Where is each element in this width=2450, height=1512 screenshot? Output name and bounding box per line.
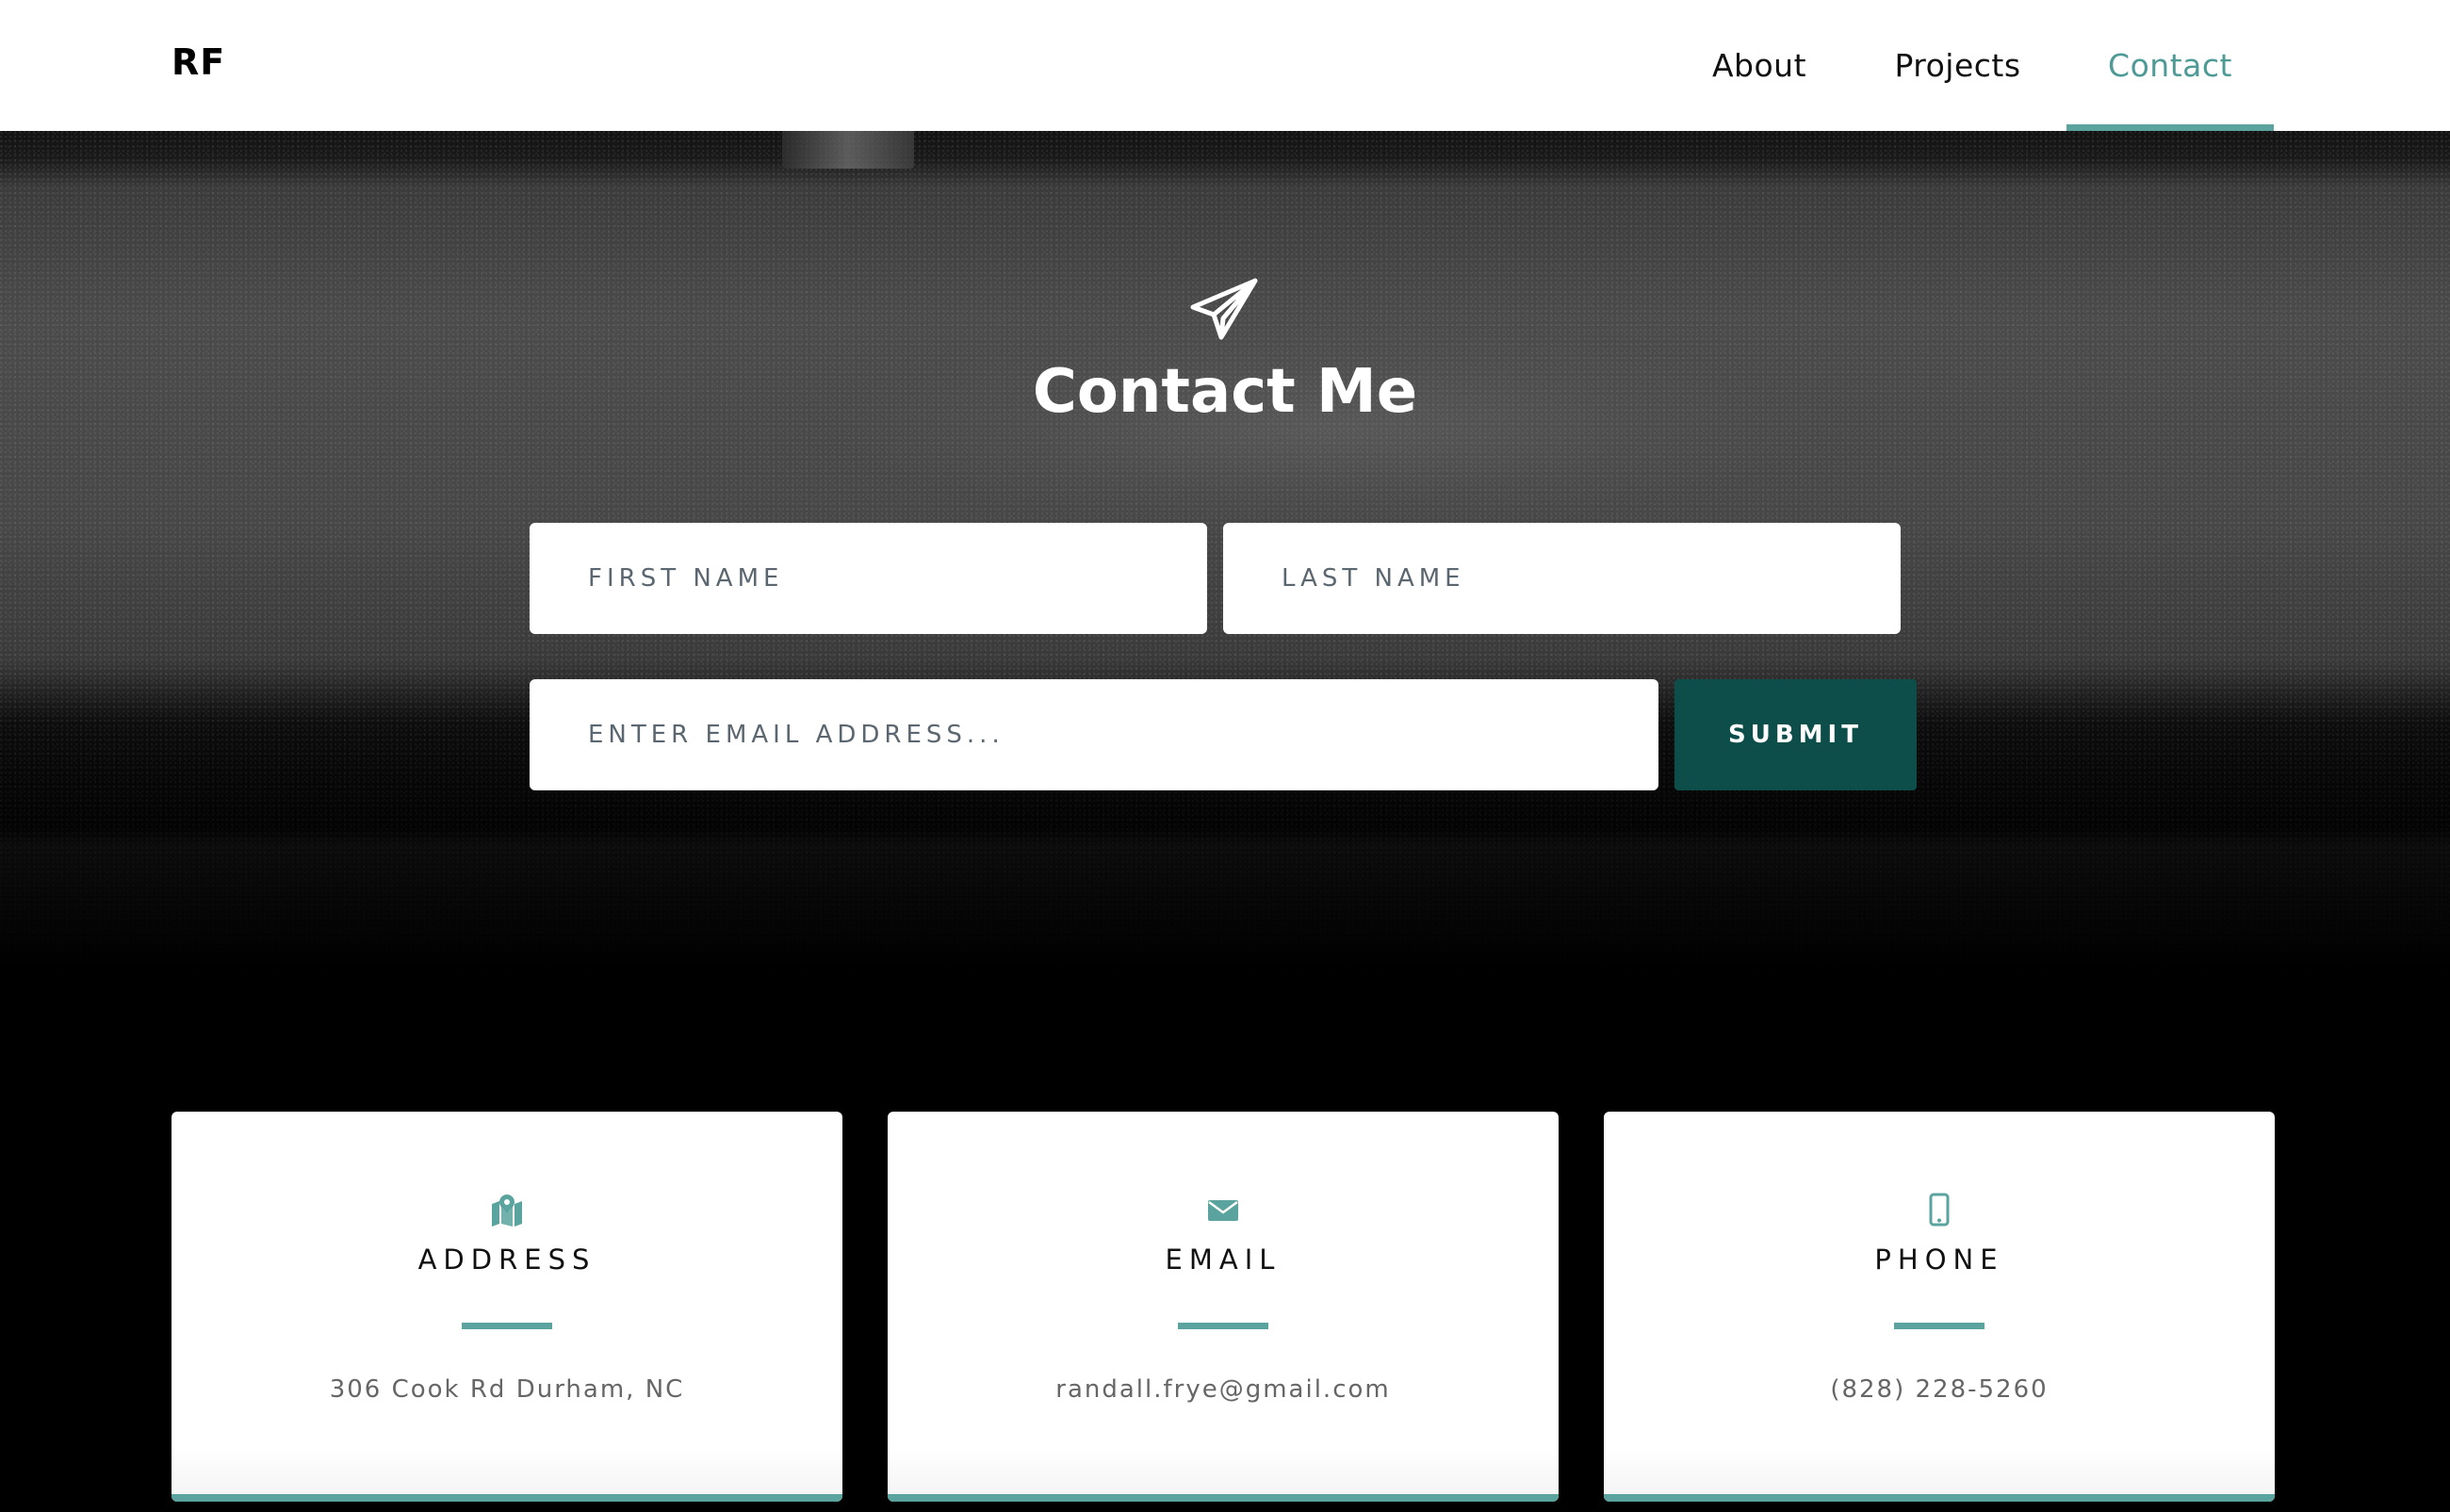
address-card: ADDRESS 306 Cook Rd Durham, NC [172,1112,842,1502]
phone-value[interactable]: (828) 228-5260 [1604,1375,2275,1404]
nav-link-projects[interactable]: Projects [1875,0,2040,131]
address-value: 306 Cook Rd Durham, NC [329,1375,685,1404]
card-title: EMAIL [1165,1244,1282,1276]
submit-button[interactable]: SUBMIT [1674,679,1917,790]
card-accent-bar [888,1494,1559,1502]
page-title: Contact Me [1032,357,1418,427]
first-name-input[interactable] [530,523,1207,634]
card-shade [888,1447,1559,1494]
phone-card: PHONE (828) 228-5260 [1604,1112,2275,1502]
card-divider [462,1323,552,1329]
card-shade [1604,1447,2275,1494]
contact-hero: Contact Me SUBMIT [0,131,2450,979]
card-accent-bar [1604,1494,2275,1502]
email-card: EMAIL randall.frye@gmail.com [888,1112,1559,1502]
map-marker-icon [492,1195,522,1227]
nav-active-indicator [2066,124,2274,131]
brand-logo[interactable]: RF [172,41,225,83]
paper-plane-icon [1190,278,1258,340]
nav-link-contact[interactable]: Contact [2066,0,2274,131]
mobile-phone-icon [1929,1193,1950,1227]
card-accent-bar [172,1494,842,1502]
email-input[interactable] [530,679,1658,790]
last-name-input[interactable] [1223,523,1901,634]
envelope-icon [1208,1200,1238,1221]
email-value[interactable]: randall.frye@gmail.com [888,1375,1559,1404]
hero-background-detail [782,131,914,169]
card-title: ADDRESS [417,1244,596,1276]
nav-link-about[interactable]: About [1696,0,1822,131]
navbar: RF About Projects Contact [0,0,2450,131]
nav-link-contact-label: Contact [2108,47,2232,84]
hero-background-key [829,324,1828,531]
card-shade [172,1447,842,1494]
card-divider [1178,1323,1268,1329]
card-title: PHONE [1874,1244,2004,1276]
card-divider [1894,1323,1984,1329]
